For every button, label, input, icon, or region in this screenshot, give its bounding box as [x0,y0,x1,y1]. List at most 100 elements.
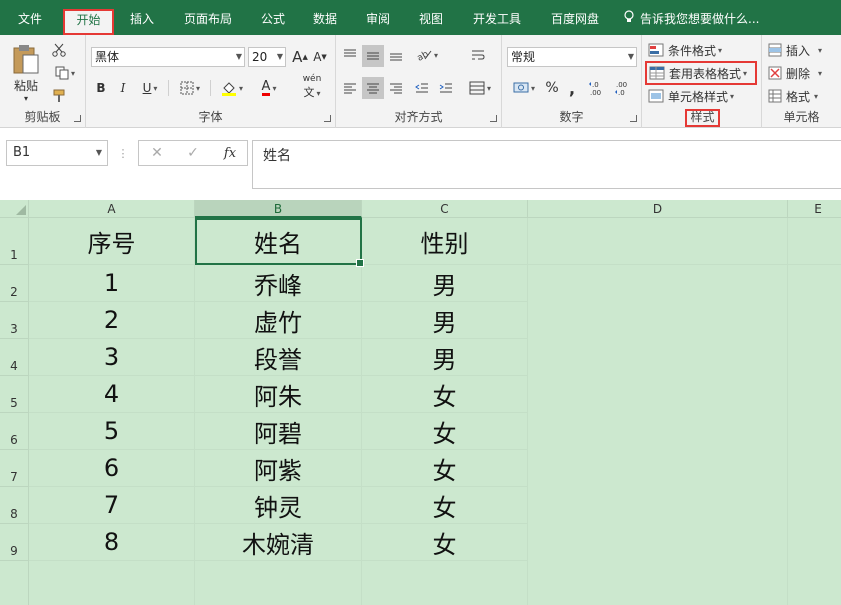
grow-font-button[interactable]: A ▲ [291,48,309,66]
font-size-combo[interactable]: 20 ▼ [248,47,286,67]
paste-icon[interactable] [8,41,44,77]
column-header-b[interactable]: B [195,200,362,218]
align-middle-icon[interactable] [362,45,384,67]
column-header-a[interactable]: A [29,200,195,218]
row-header-5[interactable]: 5 [0,376,29,413]
font-launcher-icon[interactable] [324,115,331,122]
format-cells-button[interactable]: 格式 ▾ [768,86,838,106]
cell-a4[interactable]: 3 [29,339,195,376]
comma-style-button[interactable]: , [564,78,580,98]
tab-view[interactable]: 视图 [412,8,450,32]
increase-decimal-icon[interactable]: .0.00 [586,78,610,98]
decrease-decimal-icon[interactable]: .00.0 [612,78,636,98]
bold-button[interactable]: B [92,78,110,98]
paste-dropdown-icon[interactable]: ▾ [20,93,32,103]
cell-b2[interactable]: 乔峰 [195,265,362,302]
cut-icon[interactable] [50,41,68,59]
shrink-font-button[interactable]: A ▼ [311,48,329,66]
cell-c7[interactable]: 女 [362,450,528,487]
cell-d1[interactable] [528,218,788,265]
format-as-table-button[interactable]: 套用表格格式 ▾ [645,61,757,85]
cell-c6[interactable]: 女 [362,413,528,450]
cell-a9[interactable]: 8 [29,524,195,561]
cell-c10[interactable] [362,561,528,605]
orientation-icon[interactable]: ab ▾ [412,45,442,65]
align-top-icon[interactable] [340,45,360,65]
tab-page-layout[interactable]: 页面布局 [176,8,240,32]
tell-me-search[interactable]: 告诉我您想要做什么... [624,8,759,32]
cell-a8[interactable]: 7 [29,487,195,524]
delete-cells-button[interactable]: 删除 ▾ [768,63,838,83]
active-cell-selection[interactable] [195,218,364,267]
tab-review[interactable]: 审阅 [359,8,397,32]
decrease-indent-icon[interactable] [412,78,432,98]
merge-center-icon[interactable]: ▾ [464,78,496,98]
cell-a1[interactable]: 序号 [29,218,195,265]
row-header-7[interactable]: 7 [0,450,29,487]
cell-a3[interactable]: 2 [29,302,195,339]
row-header-2[interactable]: 2 [0,265,29,302]
cell-b8[interactable]: 钟灵 [195,487,362,524]
formula-input[interactable]: 姓名 [252,140,841,189]
cell-c9[interactable]: 女 [362,524,528,561]
cell-b6[interactable]: 阿碧 [195,413,362,450]
align-right-icon[interactable] [386,78,406,98]
name-box[interactable]: B1 ▼ [6,140,108,166]
tab-developer[interactable]: 开发工具 [465,8,529,32]
cell-b9[interactable]: 木婉清 [195,524,362,561]
cell-c8[interactable]: 女 [362,487,528,524]
row-header-1[interactable]: 1 [0,218,29,265]
cell-a6[interactable]: 5 [29,413,195,450]
cell-b7[interactable]: 阿紫 [195,450,362,487]
tab-baidu-netdisk[interactable]: 百度网盘 [543,8,607,32]
underline-button[interactable]: U ▾ [136,78,164,98]
font-name-combo[interactable]: 黑体 ▼ [91,47,245,67]
column-header-d[interactable]: D [528,200,788,218]
tab-file[interactable]: 文件 [8,8,52,32]
tab-insert[interactable]: 插入 [123,8,161,32]
cell-b5[interactable]: 阿朱 [195,376,362,413]
tab-formulas[interactable]: 公式 [254,8,292,32]
wrap-text-icon[interactable] [466,45,490,65]
cell-styles-button[interactable]: 单元格样式 ▾ [648,86,758,106]
format-painter-icon[interactable] [50,87,68,105]
align-left-icon[interactable] [340,78,360,98]
cell-c1[interactable]: 性别 [362,218,528,265]
row-header-3[interactable]: 3 [0,302,29,339]
column-header-c[interactable]: C [362,200,528,218]
percent-style-button[interactable]: % [542,78,562,98]
row-header-4[interactable]: 4 [0,339,29,376]
cell-a7[interactable]: 6 [29,450,195,487]
phonetic-guide-button[interactable]: wén 文 ▾ [294,74,330,99]
select-all-button[interactable] [0,200,29,218]
align-center-icon[interactable] [362,77,384,99]
insert-function-button[interactable]: fx [219,144,241,162]
row-header-9[interactable]: 9 [0,524,29,561]
row-header-6[interactable]: 6 [0,413,29,450]
cell-c3[interactable]: 男 [362,302,528,339]
cell-a5[interactable]: 4 [29,376,195,413]
borders-icon[interactable]: ▾ [174,78,206,98]
enter-check-icon[interactable]: ✓ [183,144,203,162]
paste-button[interactable]: 粘贴 [6,77,46,93]
conditional-formatting-button[interactable]: 条件格式 ▾ [648,40,758,60]
cell-a10[interactable] [29,561,195,605]
insert-cells-button[interactable]: 插入 ▾ [768,40,838,60]
tab-home[interactable]: 开始 [63,9,114,35]
cell-c5[interactable]: 女 [362,376,528,413]
cell-b3[interactable]: 虚竹 [195,302,362,339]
number-format-combo[interactable]: 常规 ▼ [507,47,637,67]
tab-data[interactable]: 数据 [306,8,344,32]
accounting-format-icon[interactable]: ▾ [508,78,540,98]
align-bottom-icon[interactable] [386,45,406,65]
alignment-launcher-icon[interactable] [490,115,497,122]
increase-indent-icon[interactable] [436,78,456,98]
cancel-icon[interactable]: ✕ [147,144,167,162]
row-header-8[interactable]: 8 [0,487,29,524]
column-header-e[interactable]: E [788,200,841,218]
number-launcher-icon[interactable] [630,115,637,122]
italic-button[interactable]: I [114,78,132,98]
cell-a2[interactable]: 1 [29,265,195,302]
fill-color-icon[interactable]: ▾ [216,78,248,98]
cell-c4[interactable]: 男 [362,339,528,376]
